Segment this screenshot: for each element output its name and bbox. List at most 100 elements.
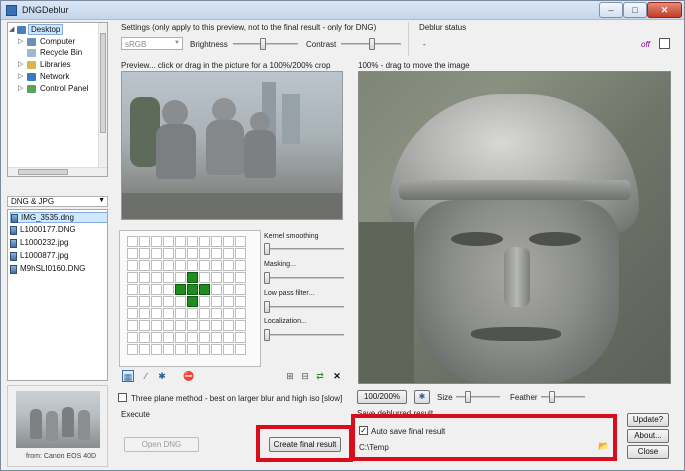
slider-thumb[interactable] xyxy=(465,391,471,403)
kernel-cell[interactable] xyxy=(223,332,234,343)
kernel-cell[interactable] xyxy=(175,248,186,259)
kernel-cell[interactable] xyxy=(163,284,174,295)
kernel-cell[interactable] xyxy=(151,308,162,319)
kernel-cell[interactable] xyxy=(199,296,210,307)
kernel-cell[interactable] xyxy=(235,308,246,319)
scrollbar-thumb[interactable] xyxy=(18,169,68,175)
kernel-smoothing-slider[interactable] xyxy=(264,242,344,256)
file-filter-dropdown[interactable]: DNG & JPG ▼ xyxy=(7,196,108,207)
kernel-cell[interactable] xyxy=(139,284,150,295)
line-tool-icon[interactable]: ∕ xyxy=(140,370,152,382)
kernel-cell[interactable] xyxy=(175,308,186,319)
kernel-cell[interactable] xyxy=(187,284,198,295)
kernel-cell[interactable] xyxy=(127,260,138,271)
kernel-cell[interactable] xyxy=(139,296,150,307)
kernel-cell[interactable] xyxy=(139,344,150,355)
slider-thumb[interactable] xyxy=(369,38,375,50)
close-icon[interactable]: ✕ xyxy=(647,2,682,18)
shrink-kernel-icon[interactable]: ⊟ xyxy=(299,370,311,382)
collapse-icon[interactable]: ◢ xyxy=(9,25,17,33)
kernel-cell[interactable] xyxy=(187,236,198,247)
file-item[interactable]: L1000232.jpg xyxy=(10,238,108,249)
kernel-cell[interactable] xyxy=(187,320,198,331)
kernel-cell[interactable] xyxy=(199,272,210,283)
kernel-cell[interactable] xyxy=(235,272,246,283)
kernel-cell[interactable] xyxy=(151,344,162,355)
maximize-icon[interactable]: □ xyxy=(623,2,647,18)
kernel-cell[interactable] xyxy=(127,284,138,295)
kernel-cell[interactable] xyxy=(235,296,246,307)
kernel-cell[interactable] xyxy=(175,332,186,343)
expand-icon[interactable]: ▷ xyxy=(18,37,26,45)
kernel-cell[interactable] xyxy=(175,260,186,271)
about-button[interactable]: About... xyxy=(627,429,669,443)
kernel-cell[interactable] xyxy=(199,332,210,343)
slider-thumb[interactable] xyxy=(264,272,270,284)
kernel-cell[interactable] xyxy=(211,332,222,343)
grid-view-icon[interactable]: ▦ xyxy=(122,370,134,382)
tree-item-control-panel[interactable]: ▷ Control Panel xyxy=(8,84,98,95)
kernel-cell[interactable] xyxy=(235,344,246,355)
kernel-cell[interactable] xyxy=(127,248,138,259)
kernel-cell[interactable] xyxy=(235,320,246,331)
file-item[interactable]: L1000177.DNG xyxy=(10,225,108,236)
preview-image[interactable] xyxy=(121,71,343,220)
minimize-icon[interactable]: – xyxy=(599,2,623,18)
kernel-cell[interactable] xyxy=(139,260,150,271)
kernel-cell[interactable] xyxy=(127,296,138,307)
close-button[interactable]: Close xyxy=(627,445,669,459)
kernel-cell[interactable] xyxy=(151,332,162,343)
kernel-cell[interactable] xyxy=(151,320,162,331)
kernel-cell[interactable] xyxy=(175,320,186,331)
kernel-cell[interactable] xyxy=(163,260,174,271)
kernel-cell[interactable] xyxy=(235,248,246,259)
kernel-cell[interactable] xyxy=(199,344,210,355)
scrollbar-thumb[interactable] xyxy=(100,33,106,133)
kernel-cell[interactable] xyxy=(199,284,210,295)
update-button[interactable]: Update? xyxy=(627,413,669,427)
kernel-cell[interactable] xyxy=(151,236,162,247)
kernel-cell[interactable] xyxy=(151,260,162,271)
expand-kernel-icon[interactable]: ⊞ xyxy=(284,370,296,382)
kernel-cell[interactable] xyxy=(163,248,174,259)
kernel-cell[interactable] xyxy=(151,296,162,307)
kernel-cell[interactable] xyxy=(223,320,234,331)
kernel-cell[interactable] xyxy=(139,236,150,247)
kernel-cell[interactable] xyxy=(127,236,138,247)
kernel-cell[interactable] xyxy=(223,296,234,307)
kernel-cell[interactable] xyxy=(211,260,222,271)
slider-thumb[interactable] xyxy=(264,243,270,255)
kernel-cell[interactable] xyxy=(187,248,198,259)
tree-vertical-scrollbar[interactable] xyxy=(98,23,107,167)
file-item[interactable]: L1000877.jpg xyxy=(10,251,108,262)
kernel-cell[interactable] xyxy=(211,284,222,295)
kernel-cell[interactable] xyxy=(163,308,174,319)
kernel-cell[interactable] xyxy=(187,296,198,307)
kernel-cell[interactable] xyxy=(187,272,198,283)
kernel-cell[interactable] xyxy=(187,332,198,343)
kernel-cell[interactable] xyxy=(199,260,210,271)
folder-tree[interactable]: ◢ Desktop ▷ Computer Recycle Bin ▷ Libra… xyxy=(7,22,108,177)
kernel-cell[interactable] xyxy=(175,236,186,247)
clear-kernel-icon[interactable]: ✕ xyxy=(331,370,343,382)
size-slider[interactable] xyxy=(456,390,500,404)
low-pass-filter-slider[interactable] xyxy=(264,300,344,314)
kernel-cell[interactable] xyxy=(139,308,150,319)
kernel-cell[interactable] xyxy=(163,272,174,283)
kernel-cell[interactable] xyxy=(223,248,234,259)
shift-kernel-icon[interactable]: ⇄ xyxy=(314,370,326,382)
kernel-cell[interactable] xyxy=(127,332,138,343)
tree-item-desktop[interactable]: ◢ Desktop xyxy=(8,24,98,36)
kernel-cell[interactable] xyxy=(139,332,150,343)
tree-horizontal-scrollbar[interactable] xyxy=(8,167,107,176)
colorspace-dropdown[interactable]: sRGB ▼ xyxy=(121,37,183,50)
kernel-cell[interactable] xyxy=(163,320,174,331)
kernel-cell[interactable] xyxy=(175,272,186,283)
expand-icon[interactable]: ▷ xyxy=(18,84,26,92)
kernel-cell[interactable] xyxy=(211,248,222,259)
kernel-cell[interactable] xyxy=(139,248,150,259)
chevron-down-icon[interactable]: ▼ xyxy=(174,40,180,46)
tree-item-computer[interactable]: ▷ Computer xyxy=(8,37,98,48)
kernel-cell[interactable] xyxy=(127,344,138,355)
chevron-down-icon[interactable]: ▼ xyxy=(98,197,105,204)
